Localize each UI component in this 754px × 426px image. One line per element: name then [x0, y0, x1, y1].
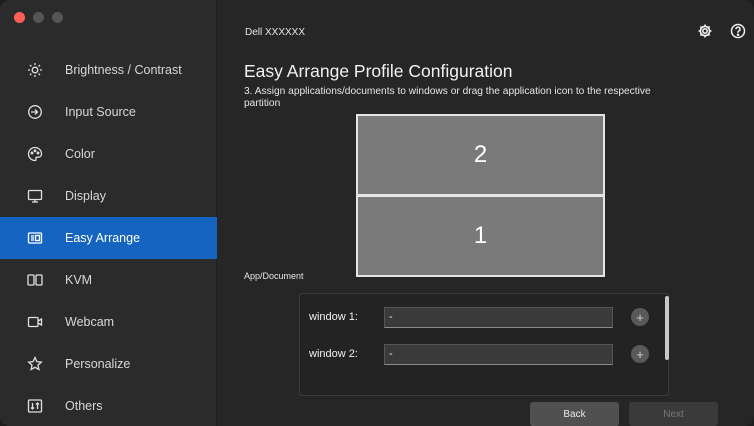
- window-2-app-field[interactable]: -: [384, 343, 613, 365]
- sidebar: Brightness / Contrast Input Source Color…: [0, 0, 217, 426]
- page-title: Easy Arrange Profile Configuration: [244, 61, 513, 81]
- sidebar-nav: Brightness / Contrast Input Source Color…: [0, 49, 217, 426]
- sidebar-item-label: Personalize: [65, 357, 131, 371]
- settings-button[interactable]: [696, 24, 714, 42]
- instruction-text: 3. Assign applications/documents to wind…: [244, 86, 651, 109]
- display-icon: [26, 187, 44, 205]
- partition-2[interactable]: 2: [356, 114, 605, 196]
- window-2-add-button[interactable]: +: [631, 345, 649, 363]
- window-label: window 2:: [309, 348, 358, 360]
- list-scrollbar[interactable]: [665, 296, 669, 360]
- help-button[interactable]: [729, 23, 747, 44]
- window-1-add-button[interactable]: +: [631, 308, 649, 326]
- window-1-app-field[interactable]: -: [384, 306, 613, 328]
- kvm-icon: [26, 271, 44, 289]
- sidebar-item-personalize[interactable]: Personalize: [0, 343, 217, 385]
- window-row: window 2: - +: [300, 343, 649, 365]
- gear-icon: [697, 23, 713, 44]
- sidebar-item-label: Input Source: [65, 105, 136, 119]
- sidebar-item-label: Others: [65, 399, 103, 413]
- window-controls: [14, 12, 63, 23]
- sidebar-item-label: Webcam: [65, 315, 115, 329]
- sidebar-item-color[interactable]: Color: [0, 133, 217, 175]
- window-row: window 1: - +: [300, 306, 649, 328]
- sidebar-item-others[interactable]: Others: [0, 385, 217, 426]
- sidebar-item-label: Color: [65, 147, 95, 161]
- help-icon: [730, 23, 746, 44]
- sidebar-item-label: Brightness / Contrast: [65, 63, 182, 77]
- monitor-title: Dell XXXXXX: [245, 27, 306, 38]
- sidebar-item-input-source[interactable]: Input Source: [0, 91, 217, 133]
- sidebar-item-kvm[interactable]: KVM: [0, 259, 217, 301]
- sidebar-item-brightness-contrast[interactable]: Brightness / Contrast: [0, 49, 217, 91]
- partition-number: 2: [473, 141, 488, 168]
- app-window: Brightness / Contrast Input Source Color…: [0, 0, 754, 426]
- back-button[interactable]: Back: [530, 402, 619, 426]
- next-button[interactable]: Next: [629, 402, 718, 426]
- color-palette-icon: [26, 145, 44, 163]
- window-assignment-list: window 1: - + window 2: - +: [299, 293, 669, 396]
- others-icon: [26, 397, 44, 415]
- app-document-label: App/Document: [244, 271, 304, 281]
- sidebar-item-webcam[interactable]: Webcam: [0, 301, 217, 343]
- sidebar-item-label: Easy Arrange: [65, 231, 141, 245]
- partition-number: 1: [473, 222, 488, 249]
- star-icon: [26, 355, 44, 373]
- brightness-icon: [26, 61, 44, 79]
- maximize-window-button[interactable]: [52, 12, 63, 23]
- easy-arrange-icon: [26, 229, 44, 247]
- sidebar-item-easy-arrange[interactable]: Easy Arrange: [0, 217, 217, 259]
- sidebar-item-label: Display: [65, 189, 106, 203]
- webcam-icon: [26, 313, 44, 331]
- close-window-button[interactable]: [14, 12, 25, 23]
- minimize-window-button[interactable]: [33, 12, 44, 23]
- sidebar-item-display[interactable]: Display: [0, 175, 217, 217]
- partition-1[interactable]: 1: [356, 195, 605, 277]
- sidebar-item-label: KVM: [65, 273, 93, 287]
- input-source-icon: [26, 103, 44, 121]
- window-label: window 1:: [309, 311, 358, 323]
